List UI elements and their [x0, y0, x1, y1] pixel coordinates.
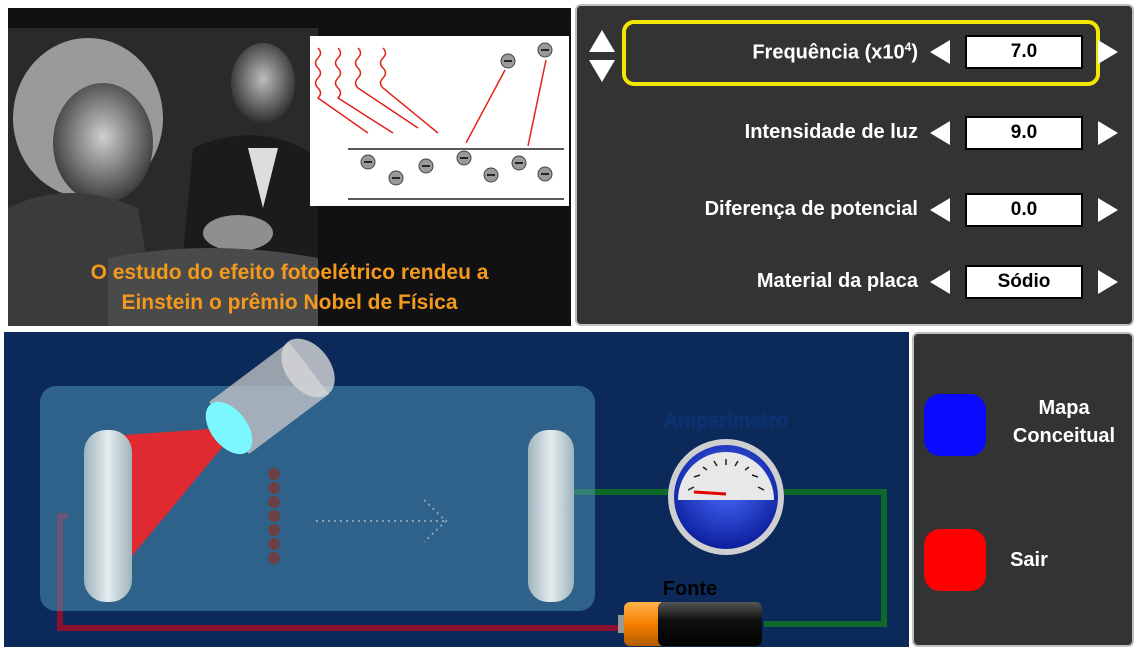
material-label: Material da placa: [756, 270, 918, 292]
exit-label[interactable]: Sair: [994, 546, 1064, 574]
emitter-plate: [84, 430, 132, 602]
simulation-area: Amperímetro Fonte: [4, 332, 909, 647]
intensity-value: 9.0: [965, 116, 1083, 150]
photo-panel: O estudo do efeito fotoelétrico rendeu a…: [8, 8, 571, 326]
intensity-label: Intensidade de luz: [744, 121, 918, 143]
battery: [618, 602, 762, 646]
controls-panel: Frequência (x104) 7.0 Intensidade de luz…: [575, 4, 1134, 326]
potential-decrease-left-arrow-icon[interactable]: [930, 198, 950, 222]
potential-increase-right-arrow-icon[interactable]: [1098, 198, 1118, 222]
potential-label: Diferença de potencial: [704, 198, 918, 220]
menu-panel: Mapa Conceitual Sair: [912, 332, 1134, 647]
photo-caption: O estudo do efeito fotoelétrico rendeu a…: [8, 258, 571, 318]
material-previous-left-arrow-icon[interactable]: [930, 270, 950, 294]
concept-map-button[interactable]: [924, 394, 986, 456]
ammeter-label: Amperímetro: [664, 410, 788, 432]
frequency-row: Frequência (x104) 7.0: [577, 28, 1134, 78]
photoelectric-apparatus: Amperímetro Fonte: [40, 338, 887, 646]
frequency-label: Frequência (x104): [752, 40, 918, 64]
collector-plate: [528, 430, 574, 602]
intensity-increase-right-arrow-icon[interactable]: [1098, 121, 1118, 145]
intensity-decrease-left-arrow-icon[interactable]: [930, 121, 950, 145]
intensity-row: Intensidade de luz 9.0: [577, 109, 1134, 159]
ammeter: [668, 439, 784, 555]
potential-value: 0.0: [965, 193, 1083, 227]
potential-row: Diferença de potencial 0.0: [577, 186, 1134, 236]
caption-line-1: O estudo do efeito fotoelétrico rendeu a: [90, 261, 489, 284]
frequency-value: 7.0: [965, 35, 1083, 69]
frequency-increase-right-arrow-icon[interactable]: [1098, 40, 1118, 64]
material-value: Sódio: [965, 265, 1083, 299]
concept-map-label[interactable]: Mapa Conceitual: [994, 394, 1134, 450]
material-row: Material da placa Sódio: [577, 258, 1134, 308]
material-next-right-arrow-icon[interactable]: [1098, 270, 1118, 294]
caption-line-2: Einstein o prêmio Nobel de Física: [121, 291, 458, 314]
source-label: Fonte: [663, 578, 717, 600]
frequency-decrease-left-arrow-icon[interactable]: [930, 40, 950, 64]
exit-button[interactable]: [924, 529, 986, 591]
